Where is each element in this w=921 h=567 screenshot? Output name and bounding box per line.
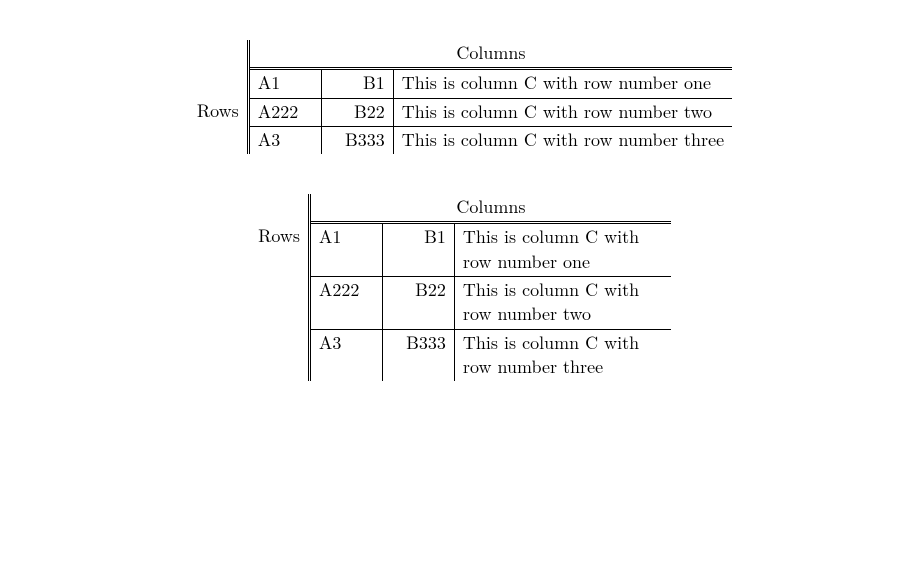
table-row: A3 B333 This is column C with row number… xyxy=(250,329,671,381)
table-narrow: Columns Rows A1 B1 This is column C with… xyxy=(250,194,671,381)
header-blank xyxy=(189,40,248,69)
cell-a: A222 xyxy=(248,98,321,126)
cell-a: A222 xyxy=(309,277,382,330)
table-row: A3 B333 This is column C with row number… xyxy=(189,126,732,154)
rows-label: Rows xyxy=(189,98,248,126)
cell-c: This is column C with row number three xyxy=(393,126,732,154)
cell-a: A3 xyxy=(309,329,382,381)
cell-c: This is column C with row number two xyxy=(393,98,732,126)
rows-label: Rows xyxy=(250,223,309,277)
cell-b: B1 xyxy=(382,223,454,277)
cell-c: This is column C with row number one xyxy=(454,223,671,277)
table-row: A222 B22 This is column C with row numbe… xyxy=(250,277,671,330)
cell-c: This is column C with row number two xyxy=(454,277,671,330)
cell-c: This is column C with row number one xyxy=(393,69,732,98)
table-wide: Columns A1 B1 This is column C with row … xyxy=(189,40,732,154)
cell-c: This is column C with row number three xyxy=(454,329,671,381)
rows-label-blank xyxy=(189,69,248,98)
header-row: Columns xyxy=(250,194,671,223)
rows-label-blank xyxy=(189,126,248,154)
cell-b: B333 xyxy=(321,126,393,154)
cell-a: A1 xyxy=(309,223,382,277)
cell-a: A3 xyxy=(248,126,321,154)
rows-label-blank xyxy=(250,277,309,330)
rows-label-blank xyxy=(250,329,309,381)
columns-header: Columns xyxy=(309,194,671,223)
table-row: A1 B1 This is column C with row number o… xyxy=(189,69,732,98)
header-blank xyxy=(250,194,309,223)
cell-b: B333 xyxy=(382,329,454,381)
table-row: Rows A222 B22 This is column C with row … xyxy=(189,98,732,126)
table-row: Rows A1 B1 This is column C with row num… xyxy=(250,223,671,277)
cell-b: B22 xyxy=(382,277,454,330)
cell-b: B1 xyxy=(321,69,393,98)
header-row: Columns xyxy=(189,40,732,69)
cell-b: B22 xyxy=(321,98,393,126)
cell-a: A1 xyxy=(248,69,321,98)
columns-header: Columns xyxy=(248,40,732,69)
